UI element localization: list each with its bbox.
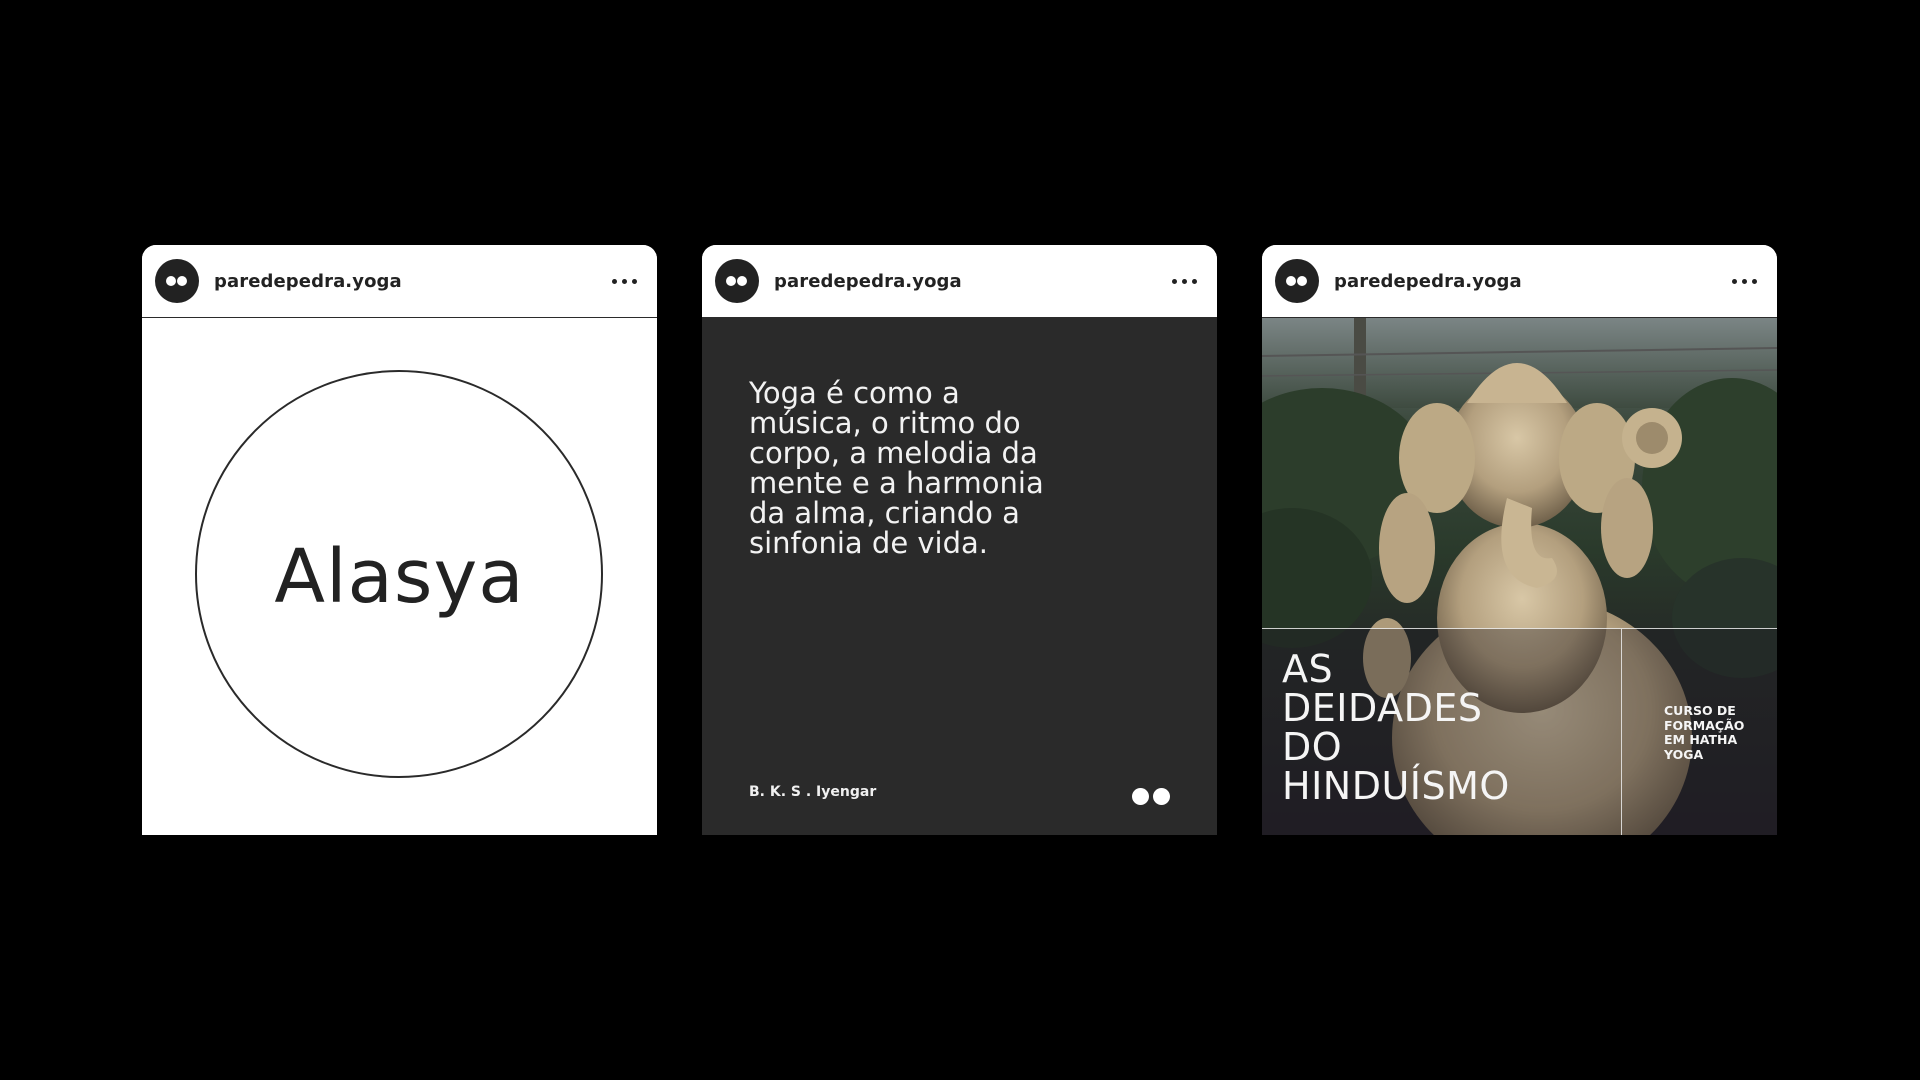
- post-header: paredepedra.yoga: [142, 245, 657, 318]
- avatar-dot-icon: [1286, 276, 1296, 286]
- brand-logo-icon: [1132, 788, 1172, 806]
- divider-horizontal: [1262, 628, 1777, 629]
- avatar-dot-icon: [726, 276, 736, 286]
- quote-text: Yoga é como a música, o ritmo do corpo, …: [749, 376, 1044, 560]
- post-headline: AS DEIDADES DO HINDUÍSMO: [1282, 647, 1510, 808]
- avatar[interactable]: [155, 259, 199, 303]
- avatar[interactable]: [1275, 259, 1319, 303]
- quote-author: B. K. S . Iyengar: [749, 784, 877, 800]
- more-options-icon[interactable]: [611, 271, 641, 291]
- course-label: CURSO DE FORMAÇÃO EM HATHA YOGA: [1664, 703, 1745, 762]
- more-options-icon[interactable]: [1171, 271, 1201, 291]
- post-image: AS DEIDADES DO HINDUÍSMO CURSO DE FORMAÇ…: [1262, 318, 1777, 835]
- divider-vertical: [1621, 629, 1622, 835]
- username-link[interactable]: paredepedra.yoga: [774, 271, 962, 292]
- avatar-dot-icon: [177, 276, 187, 286]
- post-header: paredepedra.yoga: [1262, 245, 1777, 318]
- avatar-dot-icon: [1297, 276, 1307, 286]
- avatar-dot-icon: [737, 276, 747, 286]
- post-image: Alasya: [142, 318, 657, 835]
- username-link[interactable]: paredepedra.yoga: [214, 271, 402, 292]
- post-image: Yoga é como a música, o ritmo do corpo, …: [702, 318, 1217, 835]
- post-title: Alasya: [274, 533, 525, 620]
- post-header: paredepedra.yoga: [702, 245, 1217, 318]
- post-card-1: paredepedra.yoga Alasya: [142, 245, 657, 835]
- feed-stage: paredepedra.yoga Alasya paredepedra.yoga…: [0, 0, 1920, 1080]
- post-card-2: paredepedra.yoga Yoga é como a música, o…: [702, 245, 1217, 835]
- more-options-icon[interactable]: [1731, 271, 1761, 291]
- username-link[interactable]: paredepedra.yoga: [1334, 271, 1522, 292]
- avatar-dot-icon: [166, 276, 176, 286]
- post-card-3: paredepedra.yoga AS DEIDADES DO HINDUÍSM…: [1262, 245, 1777, 835]
- avatar[interactable]: [715, 259, 759, 303]
